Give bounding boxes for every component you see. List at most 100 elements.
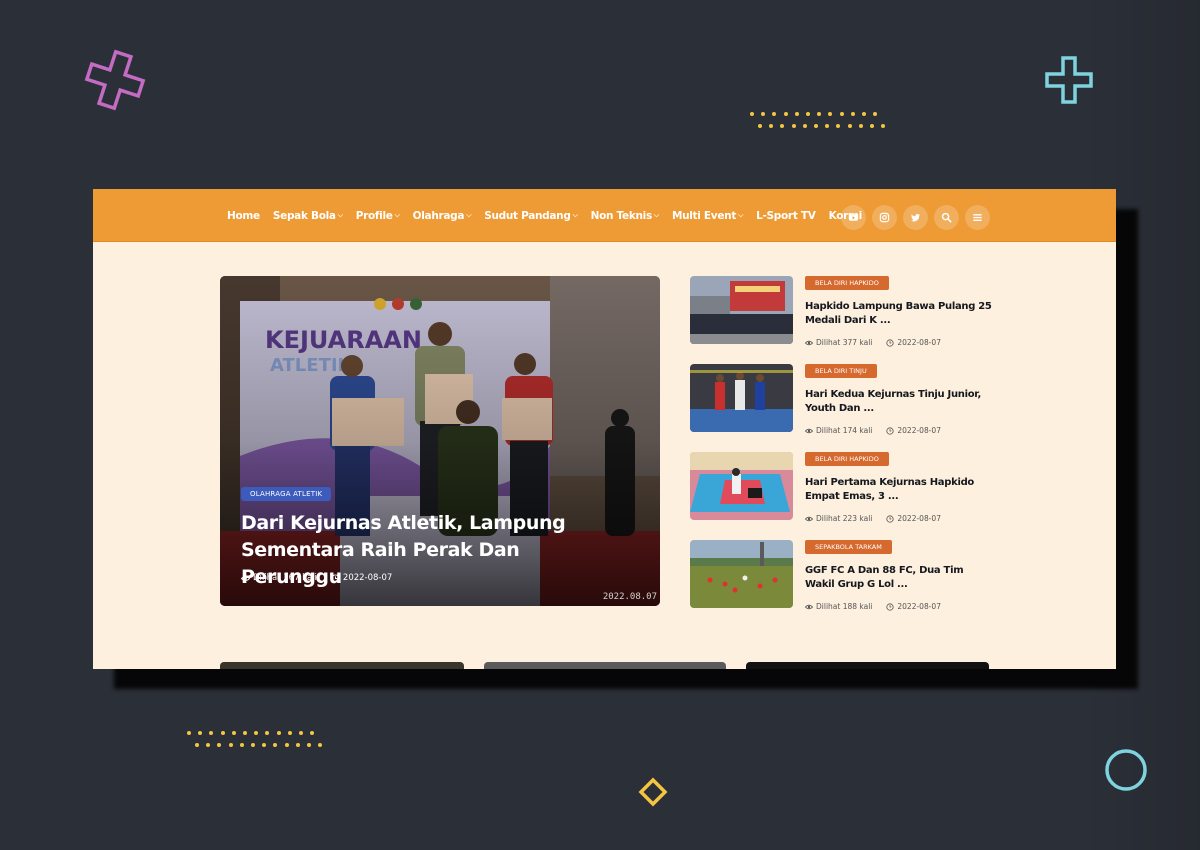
twitter-icon[interactable] xyxy=(903,205,928,230)
dot xyxy=(254,731,259,735)
dot xyxy=(231,731,236,735)
article-card-preview[interactable] xyxy=(220,662,464,669)
dot xyxy=(295,743,300,747)
category-badge[interactable]: BELA DIRI HAPKIDO xyxy=(805,276,889,290)
dot xyxy=(276,731,281,735)
chevron-down-icon: ⌵ xyxy=(738,211,744,219)
side-article-title[interactable]: Hari Kedua Kejurnas Tinju Junior, Youth … xyxy=(805,388,995,416)
nav-label: L-Sport TV xyxy=(756,209,816,222)
article-meta: Dilihat 167 kali 2022-08-07 xyxy=(241,573,406,583)
nav-label: Non Teknis xyxy=(590,209,653,222)
side-article-title[interactable]: Hari Pertama Kejurnas Hapkido Empat Emas… xyxy=(805,476,995,504)
category-badge[interactable]: BELA DIRI TINJU xyxy=(805,364,877,378)
dot xyxy=(273,743,278,747)
chevron-down-icon: ⌵ xyxy=(337,211,343,219)
dot xyxy=(761,112,766,116)
article-meta: Dilihat 174 kali 2022-08-07 xyxy=(805,426,955,435)
chevron-down-icon: ⌵ xyxy=(466,211,472,219)
plus-decoration-teal xyxy=(1045,56,1093,104)
publish-date: 2022-08-07 xyxy=(886,514,941,523)
dot xyxy=(806,112,810,116)
main-menu: Home Sepak Bola ⌵ Profile ⌵ Olahraga ⌵ Sudu… xyxy=(227,189,875,242)
nav-item-non-teknis[interactable]: Non Teknis ⌵ xyxy=(590,209,660,222)
clock-icon xyxy=(331,573,340,583)
search-icon[interactable] xyxy=(934,205,959,230)
featured-article-card[interactable]: KEJUARAAN ATLETIK OLAHRAGA ATLETIK Dari … xyxy=(220,276,660,606)
article-thumbnail xyxy=(690,452,793,520)
dot xyxy=(220,731,225,735)
dot xyxy=(206,743,211,747)
publish-date: 2022-08-07 xyxy=(886,426,941,435)
dot xyxy=(307,743,311,747)
dot xyxy=(265,731,270,735)
nav-item-multi-event[interactable]: Multi Event ⌵ xyxy=(672,210,743,222)
nav-item-l-sport-tv[interactable]: L-Sport TV xyxy=(756,209,816,222)
side-article-card[interactable]: BELA DIRI HAPKIDO Hari Pertama Kejurnas … xyxy=(690,452,990,523)
side-article-title[interactable]: GGF FC A Dan 88 FC, Dua Tim Wakil Grup G… xyxy=(805,564,995,592)
nav-label: Multi Event xyxy=(671,209,737,222)
view-count: Dilihat 167 kali xyxy=(241,573,317,583)
article-thumbnail xyxy=(690,364,793,432)
nav-label: Sudut Pandang xyxy=(484,209,571,222)
publish-date-text: 2022-08-07 xyxy=(342,573,393,583)
eye-icon xyxy=(805,428,813,433)
publish-date-text: 2022-08-07 xyxy=(897,602,941,611)
publish-date: 2022-08-07 xyxy=(886,602,941,611)
dot xyxy=(251,743,255,747)
dot xyxy=(217,743,222,747)
dot xyxy=(198,731,203,735)
dot xyxy=(858,124,863,128)
nav-item-olahraga[interactable]: Olahraga ⌵ xyxy=(413,210,472,222)
social-links xyxy=(841,205,996,230)
diamond-decoration xyxy=(638,777,668,807)
nav-item-sudut-pandang[interactable]: Sudut Pandang ⌵ xyxy=(484,209,578,222)
photo-date-stamp: 2022.08.07 xyxy=(602,592,657,602)
view-count-text: Dilihat 188 kali xyxy=(816,602,873,611)
youtube-icon[interactable] xyxy=(841,205,866,230)
publish-date-text: 2022-08-07 xyxy=(897,338,941,347)
dot xyxy=(772,112,777,116)
dot xyxy=(262,743,267,747)
category-badge[interactable]: OLAHRAGA ATLETIK xyxy=(241,487,332,501)
dot xyxy=(862,112,866,116)
article-thumbnail xyxy=(690,540,793,608)
dot xyxy=(847,124,852,128)
nav-item-home[interactable]: Home xyxy=(227,210,260,222)
top-navigation-bar: Home Sepak Bola ⌵ Profile ⌵ Olahraga ⌵ Sudu… xyxy=(93,189,1116,242)
dot xyxy=(318,743,323,747)
nav-label: Olahraga xyxy=(412,209,465,222)
clock-icon xyxy=(886,514,894,523)
menu-icon[interactable] xyxy=(965,205,990,230)
article-thumbnail xyxy=(690,276,793,344)
dot xyxy=(750,112,754,116)
view-count: Dilihat 188 kali xyxy=(805,602,872,611)
dot xyxy=(828,112,833,116)
dot xyxy=(780,124,785,128)
side-article-card[interactable]: SEPAKBOLA TARKAM GGF FC A Dan 88 FC, Dua… xyxy=(690,540,990,611)
category-badge[interactable]: SEPAKBOLA TARKAM xyxy=(805,540,892,554)
article-card-preview[interactable] xyxy=(484,662,726,669)
dot xyxy=(209,731,214,735)
chevron-down-icon: ⌵ xyxy=(394,211,400,219)
nav-item-profile[interactable]: Profile ⌵ xyxy=(356,210,400,222)
article-card-preview[interactable] xyxy=(746,662,989,669)
instagram-icon[interactable] xyxy=(872,205,897,230)
dot xyxy=(839,112,844,116)
publish-date: 2022-08-07 xyxy=(886,338,941,347)
view-count-text: Dilihat 174 kali xyxy=(816,426,873,435)
dot xyxy=(758,124,762,128)
dot xyxy=(310,731,315,735)
clock-icon xyxy=(886,426,894,435)
dot xyxy=(817,112,822,116)
dot xyxy=(836,124,841,128)
dot xyxy=(802,124,807,128)
side-article-card[interactable]: BELA DIRI TINJU Hari Kedua Kejurnas Tinj… xyxy=(690,364,990,435)
side-article-title[interactable]: Hapkido Lampung Bawa Pulang 25 Medali Da… xyxy=(805,300,995,328)
dot xyxy=(187,731,191,735)
eye-icon xyxy=(805,340,813,345)
nav-label: Sepak Bola xyxy=(272,209,336,222)
side-article-card[interactable]: BELA DIRI HAPKIDO Hapkido Lampung Bawa P… xyxy=(690,276,992,347)
dot xyxy=(814,124,818,128)
category-badge[interactable]: BELA DIRI HAPKIDO xyxy=(805,452,889,466)
nav-item-sepak-bola[interactable]: Sepak Bola ⌵ xyxy=(273,210,343,222)
